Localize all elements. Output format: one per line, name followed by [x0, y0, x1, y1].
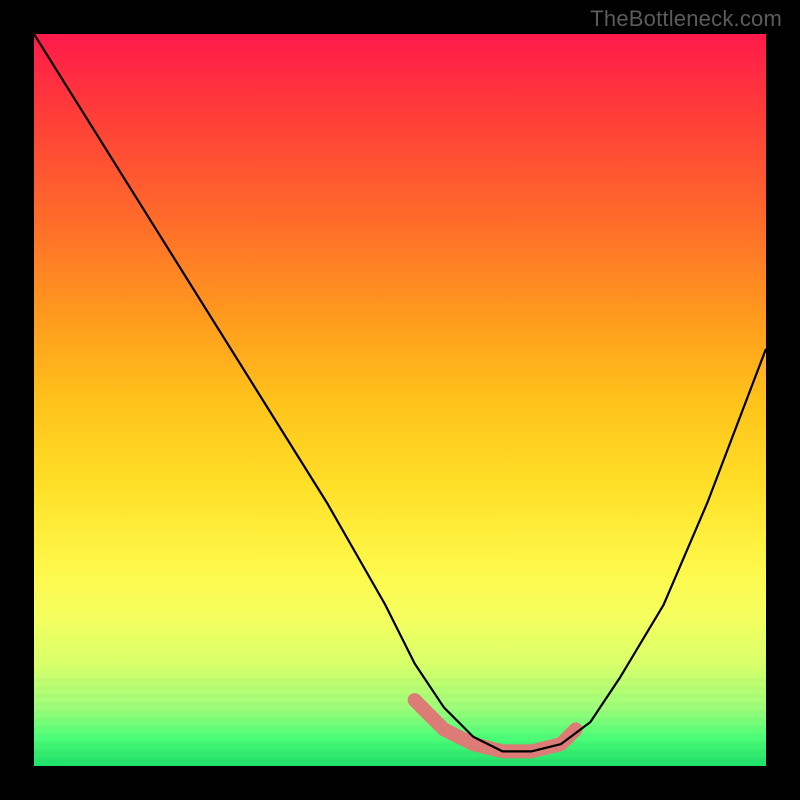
plot-area	[34, 34, 766, 766]
curve-path	[34, 34, 766, 751]
curve-svg	[34, 34, 766, 766]
chart-stage: TheBottleneck.com	[0, 0, 800, 800]
highlight-path	[415, 700, 576, 751]
watermark-text: TheBottleneck.com	[590, 6, 782, 32]
